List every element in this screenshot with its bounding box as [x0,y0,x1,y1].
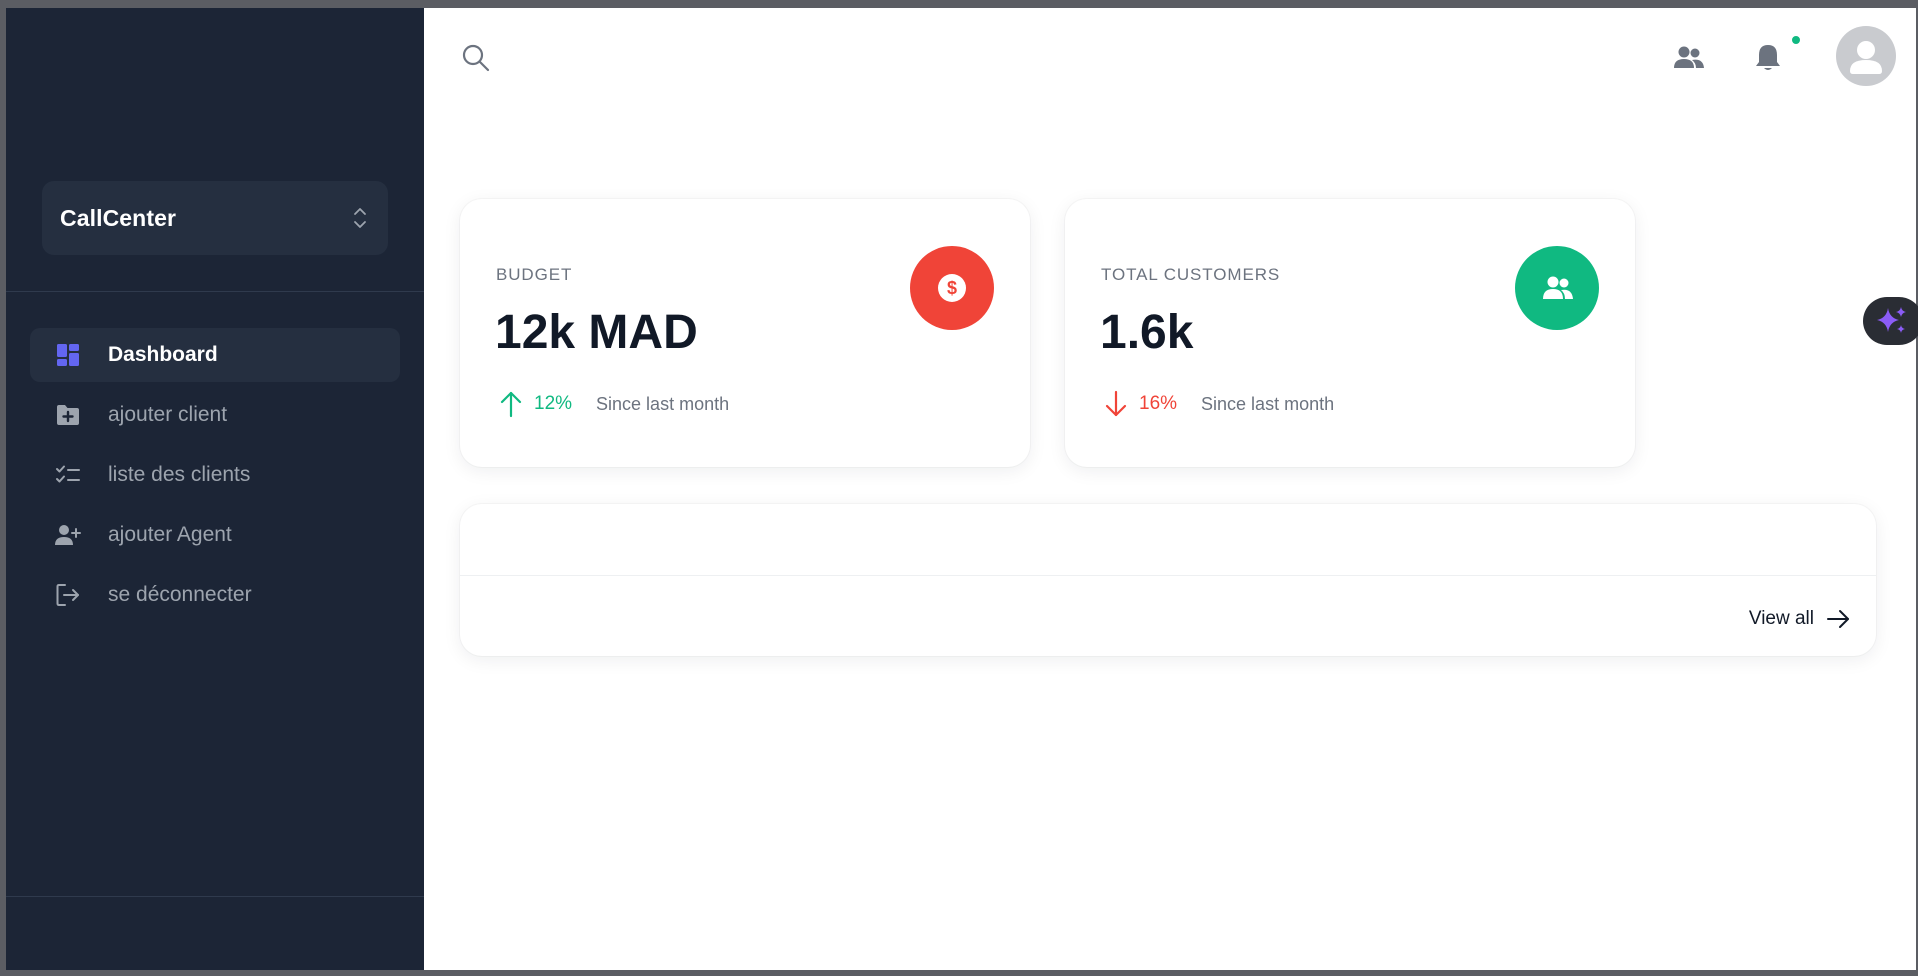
sidebar-item-label: ajouter Agent [108,523,232,546]
sidebar-nav: Dashboard ajouter client liste des clien… [30,328,400,628]
customers-badge [1515,246,1599,330]
sparkle-icon [1877,307,1906,333]
arrow-down-icon [1105,390,1127,417]
overview-panel: View all [460,504,1876,656]
card-value: 12k MAD [495,306,698,359]
chevron-up-down-icon [354,208,366,228]
budget-badge: $ [910,246,994,330]
app-window: CallCenter Dashboard ajouter client list… [6,8,1916,970]
workspace-switcher[interactable]: CallCenter [42,181,388,255]
notification-dot [1790,34,1802,46]
logout-icon [54,581,82,609]
view-all-label: View all [1748,608,1814,629]
users-icon [1543,276,1573,299]
trend-indicator: 12% Since last month [498,389,729,419]
search-icon[interactable] [460,42,492,74]
svg-text:$: $ [947,278,957,298]
arrow-up-icon [500,391,522,418]
sidebar-item-ajouter-client[interactable]: ajouter client [30,388,400,442]
checklist-icon [54,461,82,489]
sidebar-item-label: ajouter client [108,403,228,426]
sidebar-item-se-deconnecter[interactable]: se déconnecter [30,568,400,622]
users-icon[interactable] [1672,41,1706,75]
dollar-icon: $ [938,274,966,302]
card-value: 1.6k [1100,306,1194,359]
bell-icon[interactable] [1751,41,1785,75]
card-label: BUDGET [496,265,573,284]
folder-plus-icon [54,401,82,429]
arrow-right-icon [1827,610,1849,628]
dashboard-icon [54,341,82,369]
ai-assistant-button[interactable] [1863,297,1918,345]
avatar[interactable] [1836,26,1896,86]
trend-percent: 12% [534,393,573,414]
sidebar-divider [6,896,424,897]
card-label: TOTAL CUSTOMERS [1101,265,1281,284]
total-customers-card: TOTAL CUSTOMERS 1.6k 16% Since last mont… [1065,199,1635,467]
user-plus-icon [54,521,82,549]
trend-note: Since last month [596,393,730,414]
trend-note: Since last month [1201,393,1335,414]
sidebar-item-label: liste des clients [108,463,251,486]
sidebar-item-dashboard[interactable]: Dashboard [30,328,400,382]
trend-indicator: 16% Since last month [1103,389,1334,419]
sidebar-item-label: se déconnecter [108,583,252,606]
sidebar-item-liste-des-clients[interactable]: liste des clients [30,448,400,502]
workspace-name: CallCenter [60,204,177,231]
sidebar-item-ajouter-agent[interactable]: ajouter Agent [30,508,400,562]
sidebar: CallCenter Dashboard ajouter client list… [6,8,424,970]
avatar-icon [1850,41,1882,74]
view-all-button[interactable]: View all [1749,608,1850,630]
sidebar-item-label: Dashboard [108,343,218,366]
trend-percent: 16% [1139,393,1178,414]
main-content: BUDGET 12k MAD $ 12% Since last month TO… [424,8,1916,970]
budget-card: BUDGET 12k MAD $ 12% Since last month [460,199,1030,467]
sidebar-divider [6,291,424,292]
panel-divider [460,575,1876,576]
